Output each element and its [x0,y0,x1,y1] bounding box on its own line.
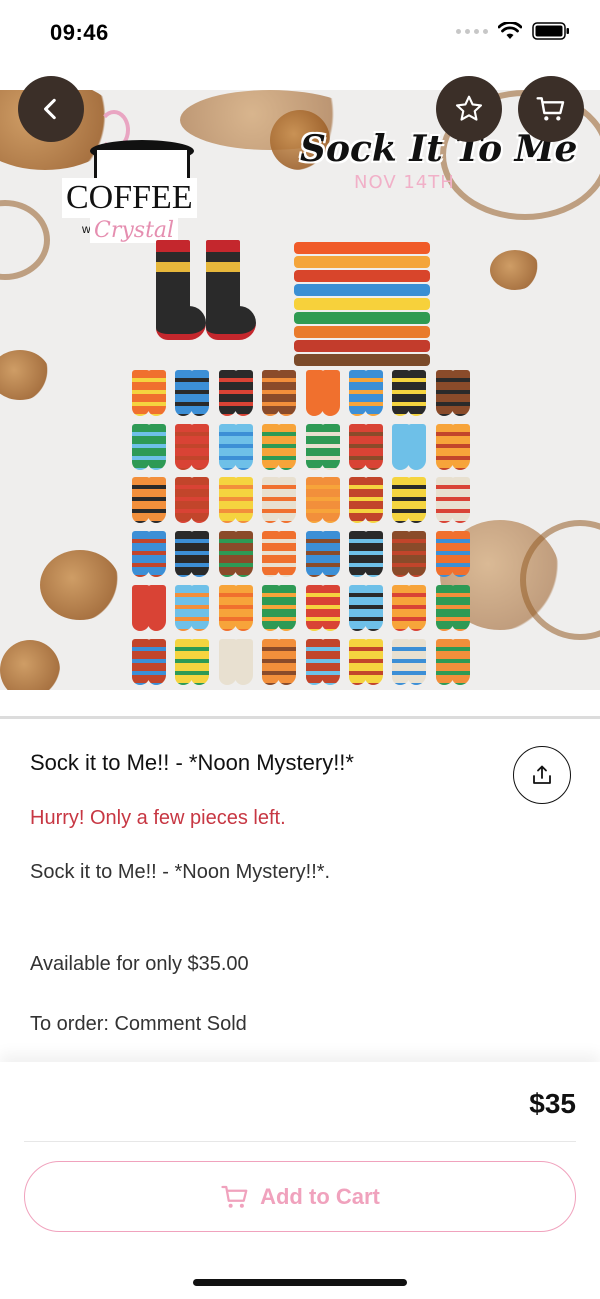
coffee-splash [490,250,540,290]
coffee-splash [0,640,60,690]
sock-pair [302,367,342,418]
sock-pair [215,528,255,579]
share-icon [533,765,551,784]
sock-pair [258,636,298,687]
sock-pair [215,582,255,633]
sock-pair [345,421,385,472]
sock-pair [432,421,472,472]
sock-stack [294,242,430,366]
sock-pair [215,367,255,418]
sock-pair [388,367,428,418]
sock-pair [302,475,342,526]
sock-pair [432,367,472,418]
sock-pair [128,582,168,633]
sock-pair [345,475,385,526]
price-divider [24,1141,576,1142]
cart-icon [221,1185,248,1208]
product-description: Sock it to Me!! - *Noon Mystery!!*. [30,861,331,883]
star-icon [455,95,483,121]
favorite-button[interactable] [436,76,502,142]
sock-pair [345,367,385,418]
sock-pair [128,528,168,579]
cart-button[interactable] [518,76,584,142]
sock-pair [432,528,472,579]
add-to-cart-button[interactable]: Add to Cart [24,1161,576,1232]
sock-pair [171,421,211,472]
sock-pair [258,421,298,472]
sock-pair [388,528,428,579]
sock-pair [171,582,211,633]
sock-pair [432,636,472,687]
sock-pair [302,421,342,472]
sock-pair [258,582,298,633]
sock-pair [171,367,211,418]
status-bar: 09:46 [0,0,600,70]
home-indicator[interactable] [193,1279,407,1286]
share-button[interactable] [513,746,571,804]
status-icons [456,22,570,40]
coffee-ring [0,200,50,280]
coffee-splash [0,350,50,400]
chevron-left-icon [44,98,56,120]
sock-pair [128,475,168,526]
sock-pair [215,421,255,472]
sock-pair [432,475,472,526]
sock-pair [128,367,168,418]
product-title: Sock it to Me!! - *Noon Mystery!!* [30,750,354,775]
event-date: NOV 14TH [354,172,455,193]
product-image[interactable]: COFFEE with Crystal Sock It To Me NOV 14… [0,90,600,690]
brand-logo-text: COFFEE [62,178,197,218]
cart-icon [536,97,565,121]
sock-pair [215,475,255,526]
brand-logo: COFFEE with Crystal [62,110,202,260]
sock-pair [128,421,168,472]
coffee-splash [40,550,120,620]
price-label: $35 [529,1088,576,1119]
stock-warning: Hurry! Only a few pieces left. [30,807,286,829]
sock-pair [302,636,342,687]
availability-text: Available for only $35.00 [30,953,249,975]
sock-pair [215,636,255,687]
sock-pair [128,636,168,687]
sock-pair [258,528,298,579]
sock-pair [258,367,298,418]
featured-sock [150,240,206,350]
section-divider [0,716,600,719]
sock-pair [171,475,211,526]
add-to-cart-label: Add to Cart [260,1183,380,1209]
back-button[interactable] [18,76,84,142]
sock-pair [388,475,428,526]
sock-pair [302,528,342,579]
wifi-icon [498,22,522,39]
battery-icon [532,22,569,40]
order-instructions: To order: Comment Sold [30,1013,247,1035]
sock-pair [388,421,428,472]
sock-pair [258,475,298,526]
sock-pair [388,582,428,633]
sock-pair [345,636,385,687]
signal-dots-icon [456,28,488,34]
sock-grid [128,367,472,687]
sock-pair [345,528,385,579]
sock-pair [345,582,385,633]
sock-pair [388,636,428,687]
status-time: 09:46 [50,20,109,45]
featured-sock [200,240,256,350]
sock-pair [432,582,472,633]
sock-pair [171,528,211,579]
sock-pair [302,582,342,633]
sock-pair [171,636,211,687]
